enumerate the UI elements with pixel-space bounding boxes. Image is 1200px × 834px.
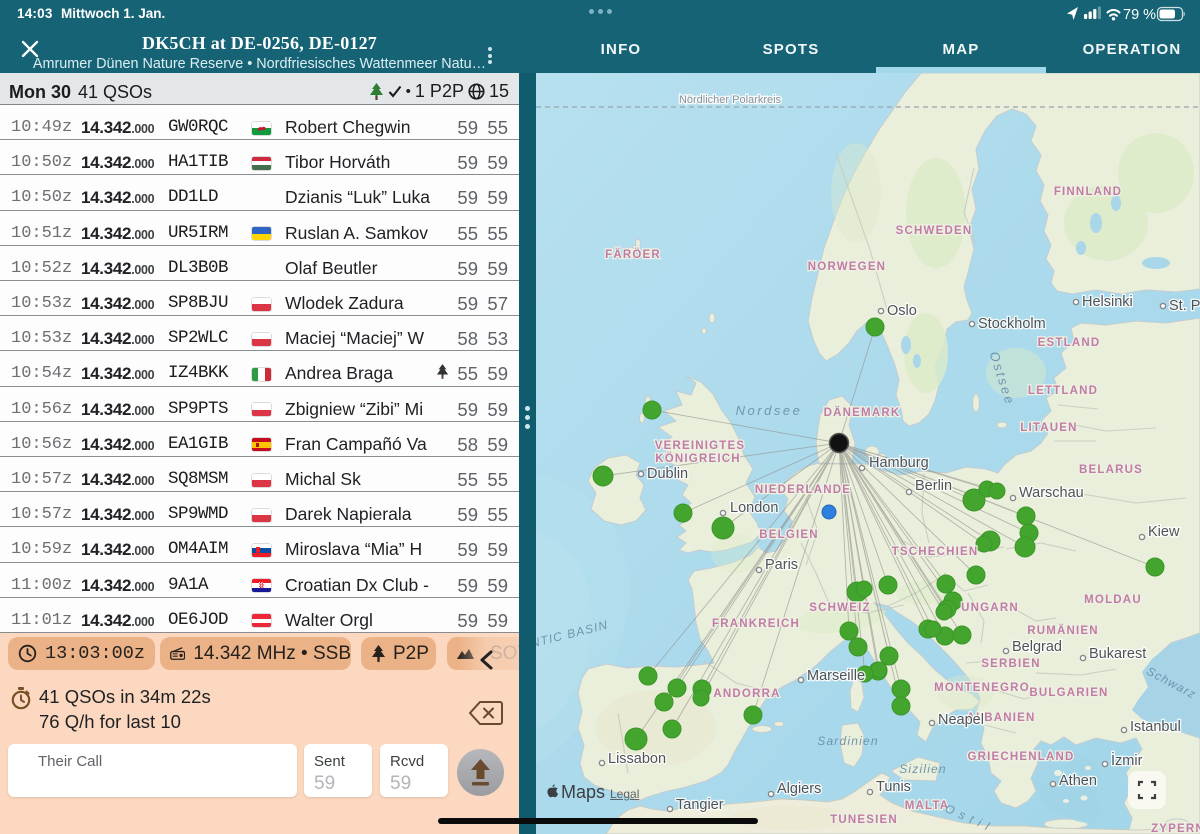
svg-text:Stockholm: Stockholm — [978, 316, 1046, 332]
svg-text:Paris: Paris — [765, 557, 798, 573]
svg-text:KÖNIGREICH: KÖNIGREICH — [655, 452, 740, 465]
svg-text:LITAUEN: LITAUEN — [1020, 422, 1077, 434]
svg-text:MONTENEGRO: MONTENEGRO — [934, 682, 1030, 694]
svg-text:Kiew: Kiew — [1148, 524, 1180, 540]
svg-text:Algiers: Algiers — [777, 781, 821, 797]
svg-text:Neapel: Neapel — [938, 712, 984, 728]
svg-text:BELGIEN: BELGIEN — [759, 529, 819, 541]
svg-text:Dublin: Dublin — [647, 466, 688, 482]
svg-text:FINNLAND: FINNLAND — [1054, 186, 1122, 198]
svg-text:Berlin: Berlin — [915, 478, 952, 494]
svg-text:DÄNEMARK: DÄNEMARK — [824, 406, 901, 419]
svg-text:Belgrad: Belgrad — [1012, 639, 1062, 655]
svg-text:ESTLAND: ESTLAND — [1038, 337, 1101, 349]
svg-text:ANDORRA: ANDORRA — [713, 688, 780, 700]
svg-text:Istanbul: Istanbul — [1130, 719, 1181, 735]
svg-text:Sizilien: Sizilien — [899, 762, 947, 776]
svg-text:RUMÄNIEN: RUMÄNIEN — [1027, 624, 1099, 637]
svg-text:LETTLAND: LETTLAND — [1028, 385, 1098, 397]
svg-text:Helsinki: Helsinki — [1082, 294, 1133, 310]
svg-text:Marseille: Marseille — [807, 668, 865, 684]
svg-text:FRANKREICH: FRANKREICH — [712, 618, 800, 630]
svg-text:UNGARN: UNGARN — [961, 602, 1019, 614]
svg-text:Sardinien: Sardinien — [817, 734, 879, 748]
svg-text:SERBIEN: SERBIEN — [981, 658, 1041, 670]
svg-text:FÄRÖER: FÄRÖER — [605, 248, 661, 261]
svg-text:Athen: Athen — [1059, 773, 1097, 789]
svg-text:MALTA: MALTA — [905, 800, 950, 812]
svg-text:London: London — [730, 500, 778, 516]
svg-text:BULGARIEN: BULGARIEN — [1029, 687, 1108, 699]
svg-text:BELARUS: BELARUS — [1079, 464, 1143, 476]
svg-text:İzmir: İzmir — [1111, 751, 1143, 769]
svg-text:TSCHECHIEN: TSCHECHIEN — [892, 546, 979, 558]
svg-text:Hamburg: Hamburg — [869, 455, 929, 471]
svg-text:Tangier: Tangier — [676, 797, 724, 813]
svg-text:MOLDAU: MOLDAU — [1084, 594, 1142, 606]
svg-text:NIEDERLANDE: NIEDERLANDE — [755, 484, 851, 496]
svg-text:SCHWEDEN: SCHWEDEN — [896, 225, 973, 237]
svg-text:Oslo: Oslo — [887, 303, 917, 319]
svg-text:ZYPERN: ZYPERN — [1151, 823, 1200, 834]
svg-text:Warschau: Warschau — [1019, 485, 1084, 501]
svg-text:SCHWEIZ: SCHWEIZ — [809, 602, 870, 614]
svg-text:St. Petersb: St. Petersb — [1169, 298, 1200, 314]
svg-text:Tunis: Tunis — [876, 779, 911, 795]
svg-text:Nordsee: Nordsee — [736, 403, 803, 418]
svg-text:79 %: 79 % — [1123, 7, 1156, 23]
svg-text:GRIECHENLAND: GRIECHENLAND — [967, 751, 1074, 763]
svg-text:Nördlicher Polarkreis: Nördlicher Polarkreis — [679, 94, 782, 106]
svg-text:Bukarest: Bukarest — [1089, 646, 1146, 662]
svg-text:TUNESIEN: TUNESIEN — [830, 814, 898, 826]
svg-text:NORWEGEN: NORWEGEN — [808, 261, 886, 273]
svg-text:VEREINIGTES: VEREINIGTES — [655, 440, 746, 452]
svg-text:Lissabon: Lissabon — [608, 751, 666, 767]
